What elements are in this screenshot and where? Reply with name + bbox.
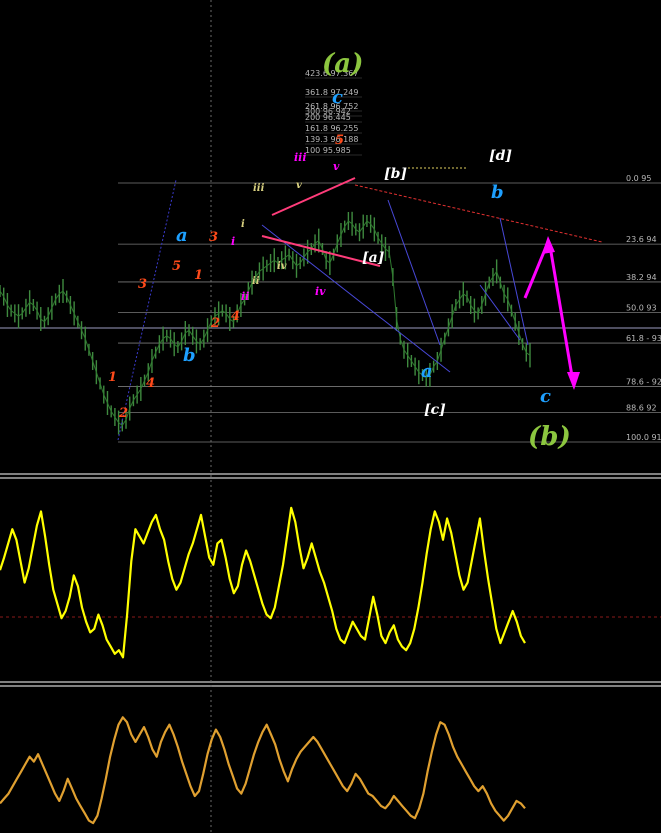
trendline-blue-3 (387, 199, 441, 346)
wave-label: [d] (489, 148, 512, 164)
oscillator-yellow-line (0, 506, 526, 659)
wave-label: b (183, 345, 196, 366)
trendline-blue-4 (499, 217, 529, 346)
fib-level-label: 78.6 - 92 (626, 378, 661, 387)
wave-label: 2 (210, 316, 220, 331)
wave-label: 2 (118, 406, 128, 421)
fib-ext-label: 139.3 96.188 (305, 135, 358, 144)
arrow-down (548, 245, 575, 383)
resistance-dashed (354, 184, 603, 243)
wave-label: c (540, 386, 551, 407)
oscillator-orange (0, 716, 526, 825)
wave-label: (a) (322, 49, 363, 79)
wave-label: [c] (424, 402, 446, 418)
wedge-upper (271, 177, 356, 216)
wave-label: 4 (146, 376, 155, 391)
fib-level-label: 88.6 92 (626, 403, 657, 412)
wave-label: 1 (108, 370, 117, 385)
trendline-blue-2 (261, 224, 451, 373)
wave-label: 5 (335, 133, 344, 148)
wave-label: 5 (172, 259, 181, 274)
wave-label: iv (277, 261, 287, 272)
wave-label: v (333, 160, 340, 173)
wave-label: v (296, 180, 302, 191)
wave-label: 3 (209, 230, 218, 245)
arrow-up-head (542, 236, 555, 254)
oscillator-orange-line (0, 716, 526, 825)
wave-label: iii (253, 183, 265, 194)
wave-label: [a] (362, 250, 385, 266)
wave-label: [b] (384, 166, 407, 182)
wave-label: (b) (528, 422, 571, 452)
fib-ext-label: 161.8 96.255 (305, 124, 358, 133)
fib-level-label: 23.6 94 (626, 235, 657, 244)
price-line (0, 220, 531, 427)
arrow-down-head (567, 372, 580, 390)
price-series (0, 211, 531, 435)
trendline-blue-1 (117, 179, 177, 441)
wave-label: 1 (194, 268, 203, 283)
fib-level-label: 38.2 94 (626, 273, 657, 282)
wave-label: a (176, 225, 188, 246)
oscillator-yellow (0, 506, 526, 659)
wave-label: iii (294, 151, 307, 164)
wave-label: a (421, 361, 433, 382)
wave-label: i (241, 219, 245, 230)
projection-arrows (523, 236, 580, 390)
wave-label: ii (241, 290, 249, 303)
wave-label: 3 (138, 277, 147, 292)
wave-label: ii (252, 276, 260, 287)
fib-level-label: 50.0 93 (626, 304, 657, 313)
fib-level-label: 61.8 - 93 (626, 334, 661, 343)
fib-level-label: 100.0 91 (626, 433, 661, 442)
elliott-wave-chart: 0.0 95 23.6 94 38.2 94 50.0 93 61.8 - 93 78.6… (0, 0, 661, 833)
fib-ext-label: 200 96.445 (305, 113, 351, 122)
wave-label: 4 (231, 309, 240, 324)
trendlines (117, 167, 603, 441)
wave-label: b (491, 182, 504, 203)
fib-level-label: 0.0 95 (626, 174, 651, 183)
wave-label: c (332, 87, 343, 108)
wave-label: i (231, 235, 235, 248)
wave-label: iv (315, 285, 326, 298)
fib-extension-labels: 423.6 97.367361.8 97.249300 96.942261.8 … (305, 69, 362, 156)
